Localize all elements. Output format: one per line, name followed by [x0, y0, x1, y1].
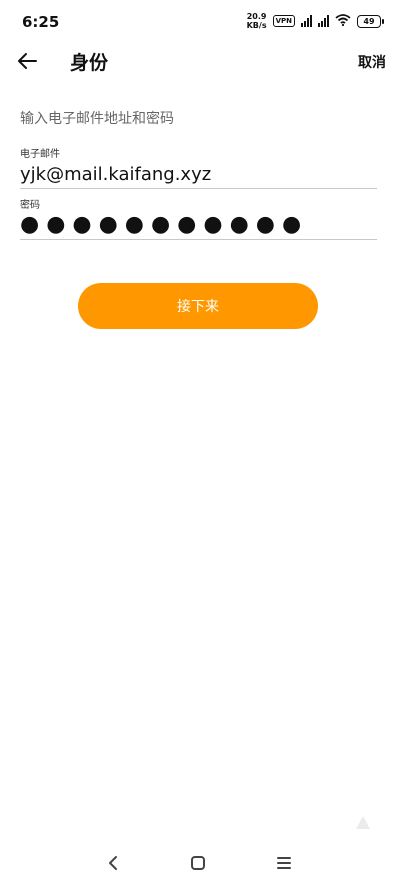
page-title: 身份 [70, 52, 109, 74]
next-button[interactable]: 接下来 [78, 283, 318, 329]
arrow-left-icon [18, 53, 37, 69]
email-value: yjk@mail.kaifang.xyz [20, 164, 212, 185]
square-icon [191, 856, 205, 870]
battery-icon: 49 [357, 14, 384, 28]
assistant-icon [354, 814, 372, 836]
menu-icon [277, 857, 291, 869]
nav-home-button[interactable] [186, 851, 210, 875]
navigation-bar [0, 845, 403, 881]
password-label: 密码 [20, 200, 40, 211]
email-label: 电子邮件 [20, 149, 60, 160]
cancel-button[interactable]: 取消 [358, 52, 386, 72]
nav-menu-button[interactable] [272, 851, 296, 875]
status-bar: 6:25 20.9 KB/s VPN 49 [0, 0, 403, 44]
app-bar: 身份 取消 [0, 44, 403, 80]
signal-icon [318, 15, 329, 27]
nav-back-button[interactable] [101, 851, 125, 875]
network-speed-value: 20.9 [246, 12, 267, 21]
email-field[interactable]: yjk@mail.kaifang.xyz [20, 162, 377, 189]
network-speed-unit: KB/s [246, 21, 267, 30]
back-button[interactable] [14, 48, 40, 74]
signal-icon [301, 15, 312, 27]
wifi-icon [335, 13, 351, 29]
instruction-text: 输入电子邮件地址和密码 [20, 111, 174, 127]
network-speed: 20.9 KB/s [247, 12, 267, 30]
status-time: 6:25 [22, 13, 60, 31]
vpn-badge: VPN [272, 15, 295, 27]
password-value: ●●●●●●●●●●● [20, 212, 309, 237]
status-icons: 20.9 KB/s VPN 49 [247, 12, 384, 30]
password-field[interactable]: ●●●●●●●●●●● [20, 211, 377, 240]
chevron-left-icon [109, 856, 117, 870]
